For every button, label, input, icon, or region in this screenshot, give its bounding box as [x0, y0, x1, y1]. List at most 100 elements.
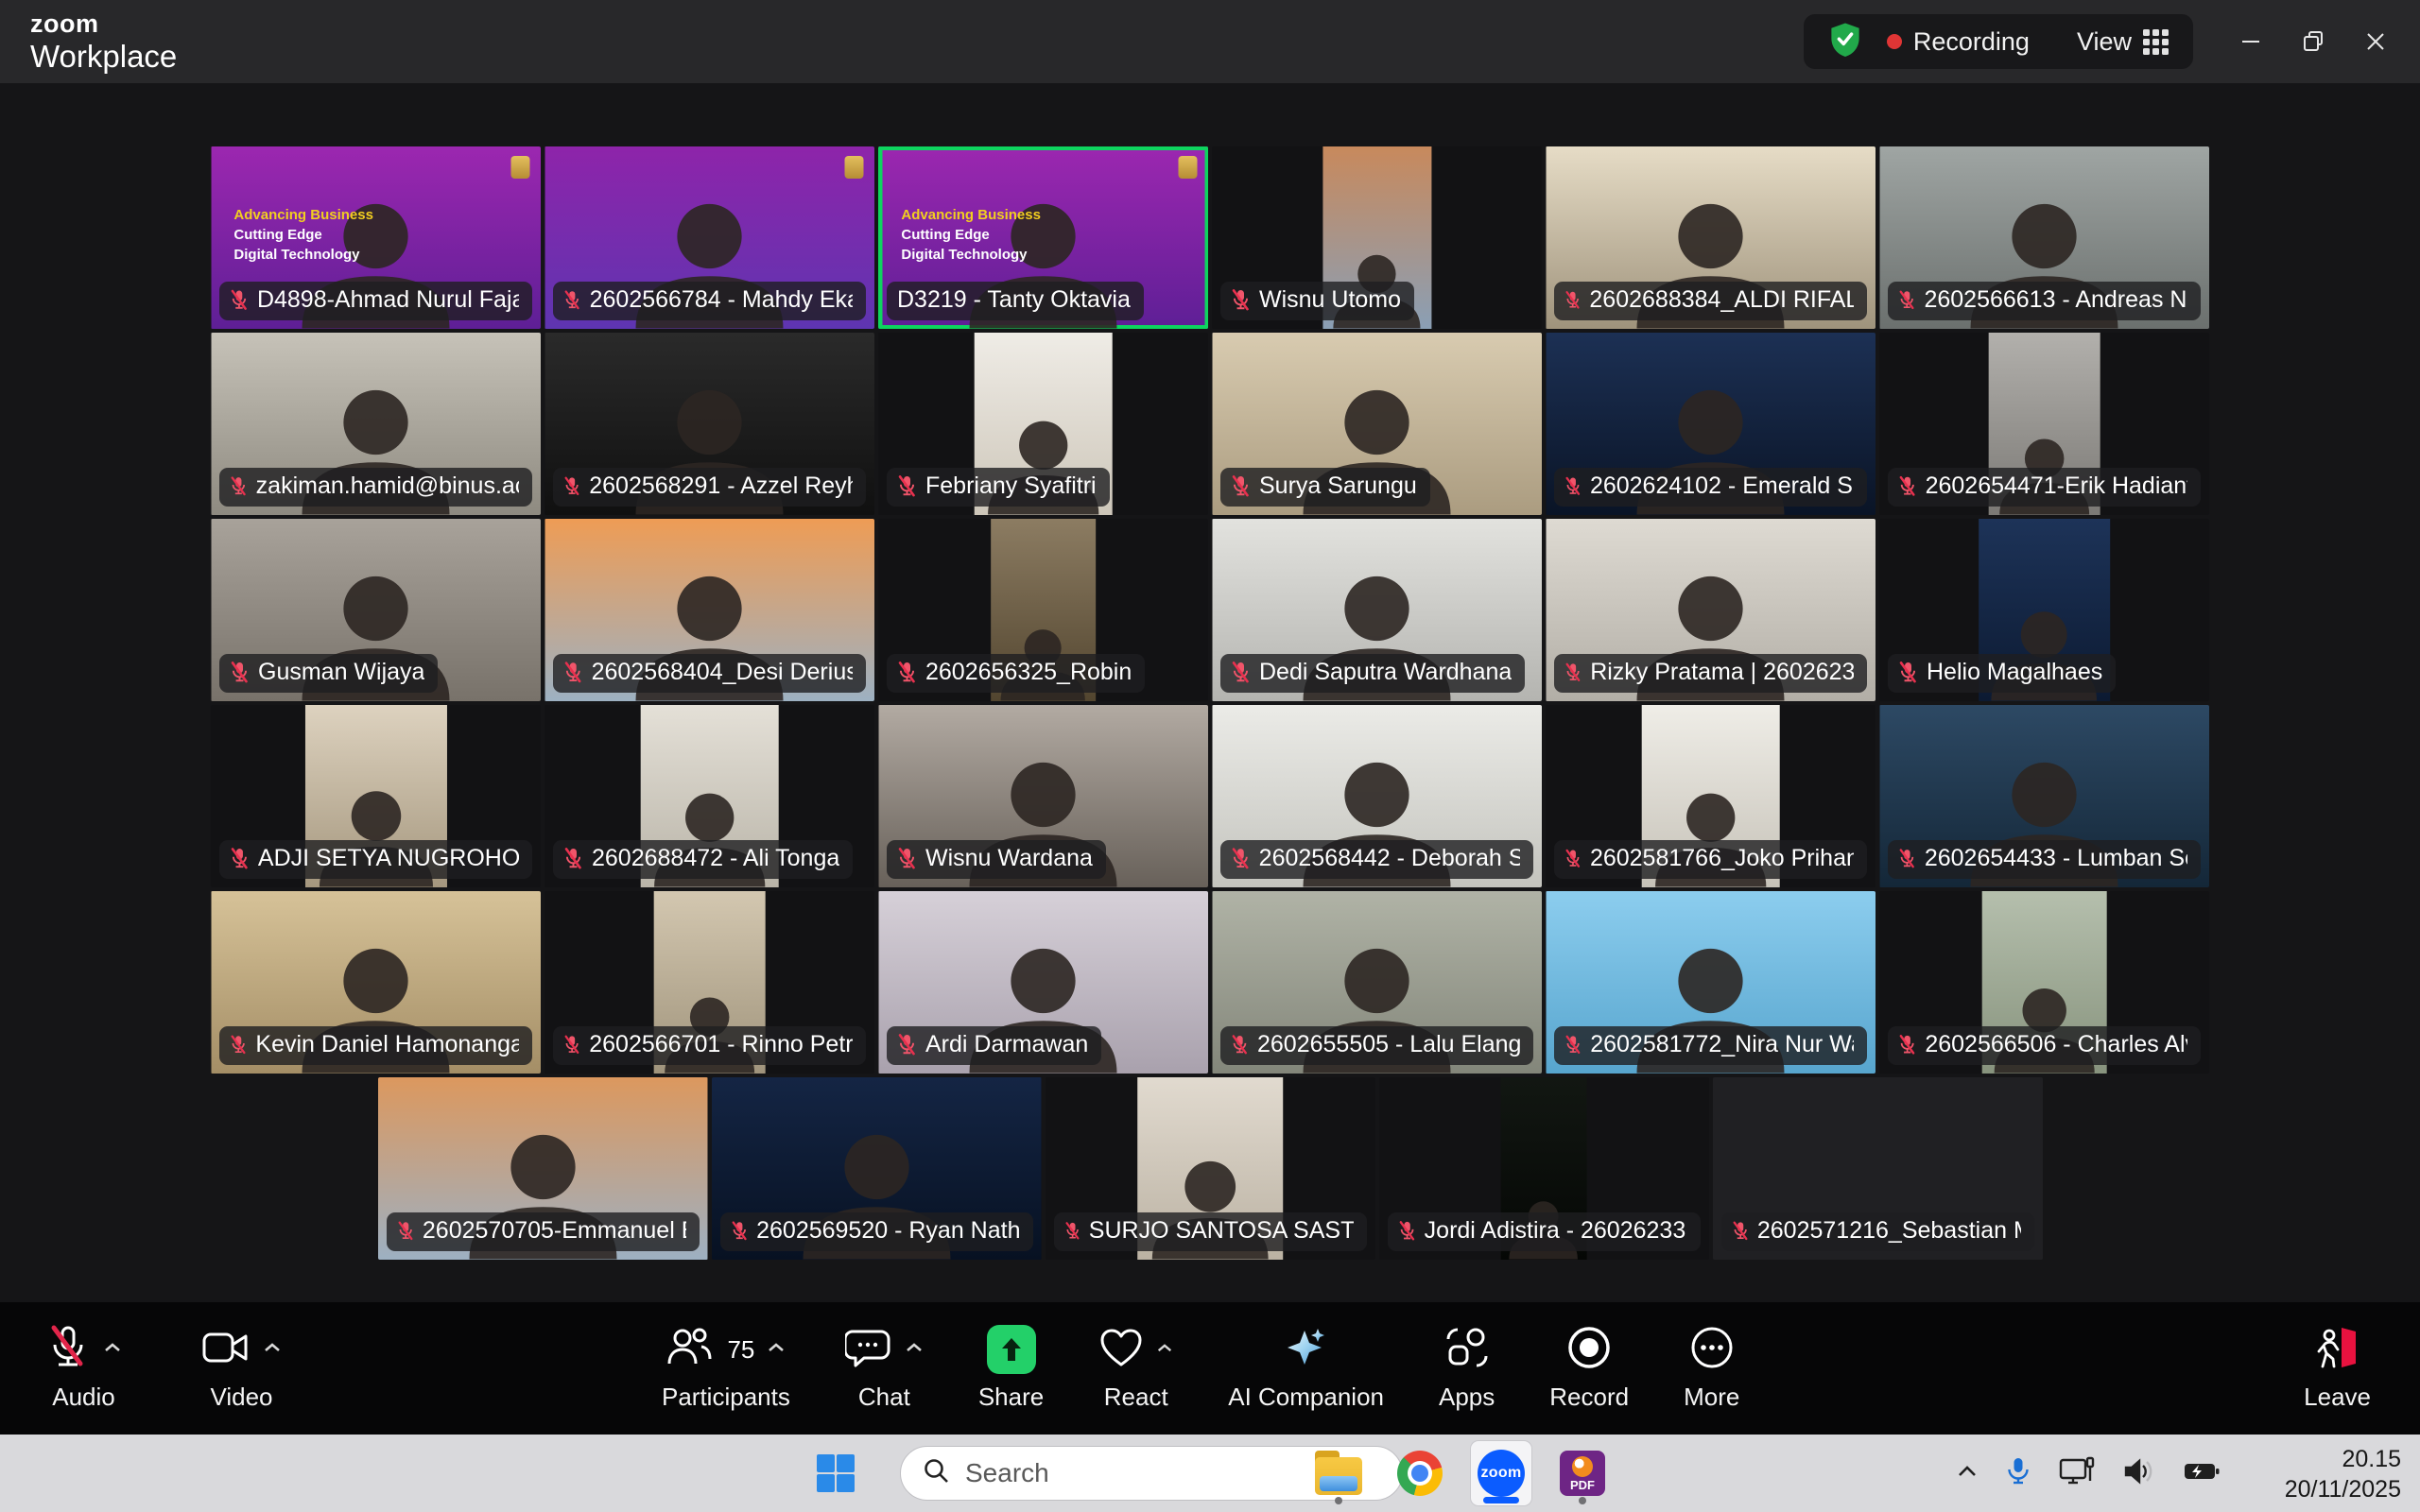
- recording-indicator[interactable]: Recording: [1887, 27, 2030, 57]
- apps-button[interactable]: Apps: [1439, 1325, 1495, 1412]
- participant-name-label: Wisnu Utomo: [1220, 282, 1414, 320]
- view-button[interactable]: View: [2077, 27, 2169, 57]
- audio-button[interactable]: Audio: [45, 1325, 122, 1412]
- participant-name: Gusman Wijaya: [258, 659, 424, 686]
- participant-tile[interactable]: 2602688472 - Ali Tonga: [544, 705, 874, 887]
- participant-tile[interactable]: Dedi Saputra Wardhana: [1212, 519, 1542, 701]
- participant-tile[interactable]: 2602654433 - Lumban So...: [1879, 705, 2209, 887]
- video-button[interactable]: Video: [201, 1325, 282, 1412]
- participant-name: Rizky Pratama | 2602623264: [1590, 659, 1854, 686]
- participant-tile[interactable]: Wisnu Utomo: [1212, 146, 1542, 329]
- participant-tile[interactable]: 2602654471-Erik Hadianto: [1879, 333, 2209, 515]
- ai-companion-button[interactable]: AI Companion: [1228, 1325, 1384, 1412]
- muted-mic-icon: [230, 474, 248, 498]
- muted-mic-icon: [563, 474, 580, 498]
- participant-tile[interactable]: Kevin Daniel Hamonangan...: [211, 891, 541, 1074]
- participant-tile[interactable]: Rizky Pratama | 2602623264: [1546, 519, 1876, 701]
- more-button[interactable]: More: [1684, 1325, 1739, 1412]
- running-indicator-dot: [1335, 1497, 1342, 1504]
- zoom-app-icon: zoom: [1478, 1450, 1525, 1497]
- participant-tile[interactable]: 2602688384_ALDI RIFALDI ...: [1546, 146, 1876, 329]
- participant-tile[interactable]: 2602569520 - Ryan Natha...: [712, 1077, 1042, 1260]
- participant-tile[interactable]: 2602581766_Joko Prihanto...: [1546, 705, 1876, 887]
- muted-mic-icon: [230, 847, 250, 870]
- participant-name: 2602566701 - Rinno Petra ...: [589, 1031, 853, 1058]
- share-button[interactable]: Share: [978, 1325, 1044, 1412]
- participant-tile[interactable]: 2602566701 - Rinno Petra ...: [544, 891, 874, 1074]
- participant-tile[interactable]: Ardi Darmawan: [878, 891, 1208, 1074]
- mic-muted-icon: [45, 1324, 91, 1376]
- participants-button[interactable]: 75 Participants: [662, 1325, 790, 1412]
- audio-options-chevron[interactable]: [103, 1341, 122, 1358]
- participant-tile[interactable]: 2602568291 - Azzel Reyha...: [544, 333, 874, 515]
- ai-companion-label: AI Companion: [1228, 1383, 1384, 1412]
- participant-name-label: ADJI SETYA NUGROHO: [219, 840, 532, 879]
- participant-name: 2602566784 - Mahdy Eka ...: [590, 286, 853, 314]
- participant-name-label: Kevin Daniel Hamonangan...: [219, 1026, 532, 1065]
- participant-name-label: Jordi Adistira - 2602623314: [1388, 1212, 1701, 1251]
- start-button[interactable]: [811, 1449, 860, 1498]
- react-button[interactable]: React: [1098, 1325, 1173, 1412]
- participant-tile[interactable]: Advancing BusinessCutting EdgeDigital Te…: [211, 146, 541, 329]
- close-button[interactable]: [2344, 11, 2407, 72]
- participant-tile[interactable]: 2602570705-Emmanuel Br...: [378, 1077, 708, 1260]
- taskbar-clock[interactable]: 20.15 20/11/2025: [2285, 1444, 2401, 1504]
- participant-tile[interactable]: Advancing BusinessCutting EdgeDigital Te…: [878, 146, 1208, 329]
- tray-speaker-icon[interactable]: [2123, 1457, 2155, 1490]
- participant-tile[interactable]: Febriany Syafitri: [878, 333, 1208, 515]
- participant-name-label: 2602566613 - Andreas Nik...: [1888, 282, 2201, 320]
- muted-mic-icon: [1231, 288, 1251, 312]
- virtual-background-emblem: [1178, 156, 1197, 179]
- participants-label: Participants: [662, 1383, 790, 1412]
- minimize-button[interactable]: [2220, 11, 2282, 72]
- participant-tile[interactable]: Jordi Adistira - 2602623314: [1379, 1077, 1709, 1260]
- chrome-icon: [1397, 1451, 1443, 1496]
- participants-options-chevron[interactable]: [767, 1341, 786, 1358]
- foxit-pdf-icon: PDF: [1560, 1451, 1605, 1496]
- participant-tile[interactable]: 2602566784 - Mahdy Eka ...: [544, 146, 874, 329]
- react-options-chevron[interactable]: [1156, 1341, 1173, 1358]
- participant-tile[interactable]: 2602655505 - Lalu Elang ...: [1212, 891, 1542, 1074]
- participant-tile[interactable]: Wisnu Wardana: [878, 705, 1208, 887]
- taskbar-foxit-pdf[interactable]: PDF: [1552, 1441, 1613, 1505]
- participant-tile[interactable]: 2602656325_Robin: [878, 519, 1208, 701]
- taskbar-chrome[interactable]: [1390, 1441, 1450, 1505]
- participant-name-label: D4898-Ahmad Nurul Fajar: [219, 282, 532, 320]
- restore-button[interactable]: [2282, 11, 2344, 72]
- view-label: View: [2077, 27, 2132, 57]
- logo-zoom-text: zoom: [30, 11, 177, 37]
- participant-tile[interactable]: 2602566613 - Andreas Nik...: [1879, 146, 2209, 329]
- participants-count: 75: [727, 1335, 754, 1365]
- participant-name: 2602656325_Robin: [925, 659, 1132, 686]
- leave-button[interactable]: Leave: [2304, 1325, 2371, 1412]
- taskbar-file-explorer[interactable]: [1308, 1441, 1369, 1505]
- record-button[interactable]: Record: [1549, 1325, 1629, 1412]
- participant-tile[interactable]: ADJI SETYA NUGROHO: [211, 705, 541, 887]
- tray-display-icon[interactable]: [2059, 1456, 2095, 1491]
- muted-mic-icon: [897, 474, 917, 498]
- muted-mic-icon: [1064, 1219, 1080, 1243]
- participant-tile[interactable]: 2602624102 - Emerald Sha...: [1546, 333, 1876, 515]
- participant-tile[interactable]: SURJO SANTOSA SASTRO...: [1046, 1077, 1375, 1260]
- tray-battery-icon[interactable]: [2184, 1461, 2220, 1486]
- muted-mic-icon: [1898, 474, 1917, 498]
- participant-tile[interactable]: Helio Magalhaes: [1879, 519, 2209, 701]
- tray-hidden-icons-chevron[interactable]: [1957, 1465, 1978, 1483]
- security-shield-icon[interactable]: [1828, 22, 1862, 62]
- video-options-chevron[interactable]: [263, 1341, 282, 1358]
- taskbar-zoom-active[interactable]: zoom: [1471, 1441, 1531, 1505]
- participant-tile[interactable]: 2602581772_Nira Nur Wali...: [1546, 891, 1876, 1074]
- participant-tile[interactable]: 2602568404_Desi Derius: [544, 519, 874, 701]
- participant-tile[interactable]: 2602571216_Sebastian Mi...: [1713, 1077, 2043, 1260]
- chat-options-chevron[interactable]: [905, 1341, 924, 1358]
- tray-microphone-icon[interactable]: [2006, 1456, 2031, 1491]
- chat-bubble-icon: [845, 1326, 892, 1374]
- chat-button[interactable]: Chat: [845, 1325, 924, 1412]
- participant-name: Febriany Syafitri: [925, 472, 1097, 500]
- participant-tile[interactable]: zakiman.hamid@binus.ac.id: [211, 333, 541, 515]
- participant-tile[interactable]: 2602568442 - Deborah S: [1212, 705, 1542, 887]
- virtual-background-emblem: [844, 156, 863, 179]
- participant-tile[interactable]: Surya Sarungu: [1212, 333, 1542, 515]
- participant-tile[interactable]: Gusman Wijaya: [211, 519, 541, 701]
- participant-tile[interactable]: 2602566506 - Charles Alva: [1879, 891, 2209, 1074]
